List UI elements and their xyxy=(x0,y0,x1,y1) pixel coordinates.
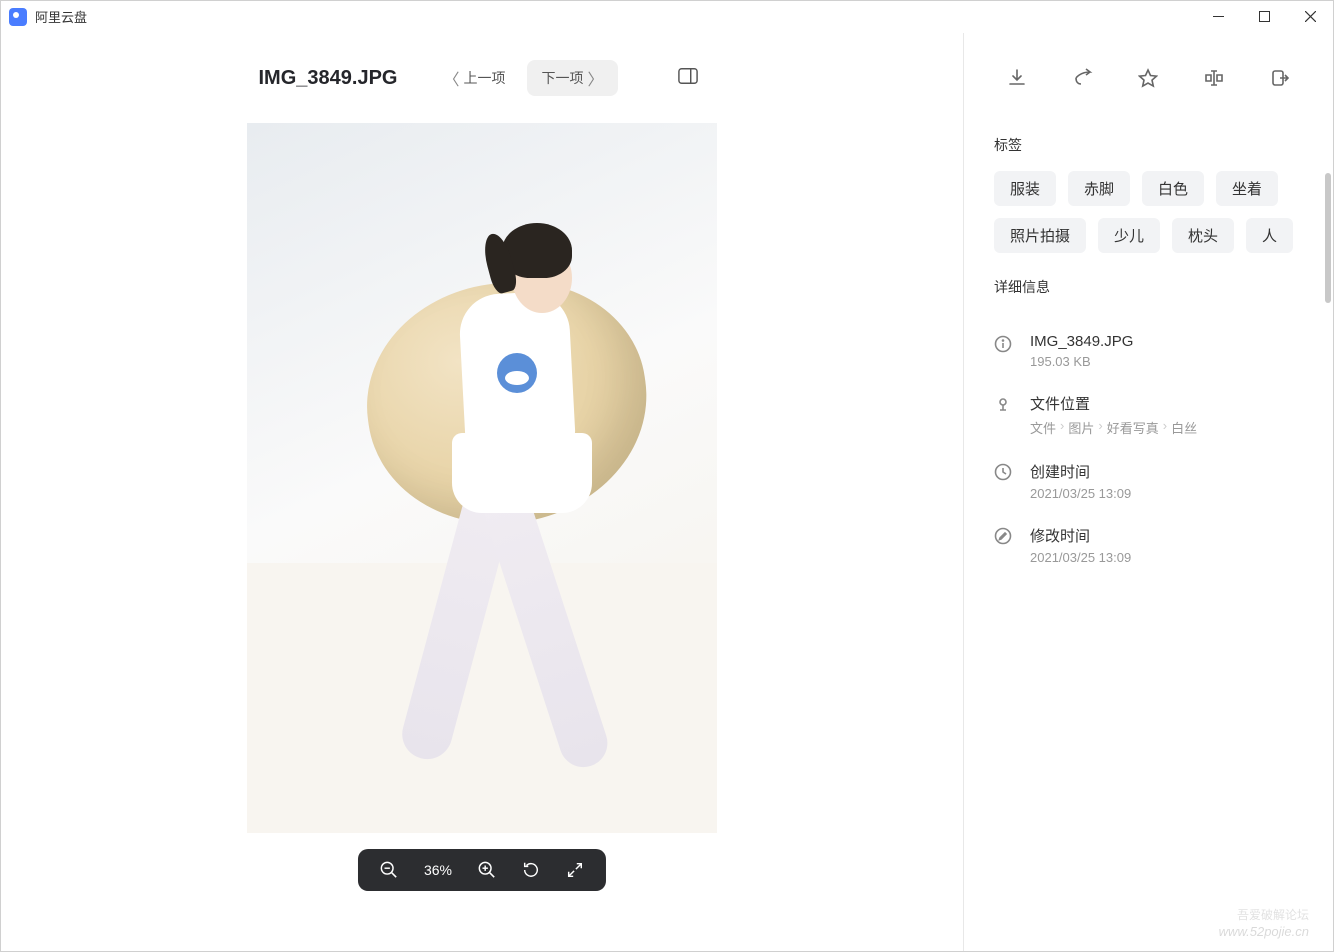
page-title: IMG_3849.JPG xyxy=(259,67,398,90)
window-controls xyxy=(1195,1,1333,33)
fullscreen-button[interactable] xyxy=(566,861,584,879)
tags-list: 服装 赤脚 白色 坐着 照片拍摄 少儿 枕头 人 xyxy=(994,171,1303,253)
image-preview[interactable] xyxy=(247,123,717,833)
rename-icon xyxy=(1204,68,1224,88)
chevron-right-icon: 〉 xyxy=(587,66,603,90)
rename-button[interactable] xyxy=(1192,56,1236,100)
close-button[interactable] xyxy=(1287,1,1333,33)
nav-controls: 〈 上一项 下一项 〉 xyxy=(429,60,617,96)
download-button[interactable] xyxy=(995,56,1039,100)
detail-created-value: 2021/03/25 13:09 xyxy=(1030,486,1303,501)
tag-item[interactable]: 人 xyxy=(1246,218,1293,253)
tag-item[interactable]: 服装 xyxy=(994,171,1056,206)
zoom-in-icon xyxy=(478,861,496,879)
edit-icon xyxy=(994,527,1014,547)
detail-filename: IMG_3849.JPG 195.03 KB xyxy=(994,333,1303,369)
clock-icon xyxy=(994,463,1014,483)
zoom-percent: 36% xyxy=(424,862,452,878)
favorite-button[interactable] xyxy=(1126,56,1170,100)
prev-button[interactable]: 〈 上一项 xyxy=(429,60,519,96)
detail-list: IMG_3849.JPG 195.03 KB 文件位置 文件› 图片› 好看写真… xyxy=(964,325,1333,573)
share-icon xyxy=(1073,68,1093,88)
app-logo-icon xyxy=(9,8,27,26)
detail-location: 文件位置 文件› 图片› 好看写真› 白丝 xyxy=(994,393,1303,437)
info-icon xyxy=(994,335,1014,355)
zoom-in-button[interactable] xyxy=(478,861,496,879)
titlebar: 阿里云盘 xyxy=(1,1,1333,33)
tag-item[interactable]: 赤脚 xyxy=(1068,171,1130,206)
action-bar xyxy=(964,33,1333,123)
viewer-header: IMG_3849.JPG 〈 上一项 下一项 〉 xyxy=(1,33,963,123)
rotate-icon xyxy=(522,861,540,879)
logout-icon xyxy=(1270,68,1290,88)
detail-modified-value: 2021/03/25 13:09 xyxy=(1030,550,1303,565)
share-button[interactable] xyxy=(1061,56,1105,100)
tags-title: 标签 xyxy=(994,135,1303,155)
detail-modified: 修改时间 2021/03/25 13:09 xyxy=(994,525,1303,565)
tags-section: 标签 服装 赤脚 白色 坐着 照片拍摄 少儿 枕头 人 xyxy=(964,123,1333,265)
watermark-url: www.52pojie.cn xyxy=(1219,924,1309,939)
breadcrumb[interactable]: 文件› 图片› 好看写真› 白丝 xyxy=(1030,418,1303,437)
viewer-body: 36% xyxy=(1,123,963,951)
content-area: IMG_3849.JPG 〈 上一项 下一项 〉 xyxy=(1,33,1333,951)
minimize-button[interactable] xyxy=(1195,1,1241,33)
app-window: 阿里云盘 IMG_3849.JPG 〈 上一项 xyxy=(0,0,1334,952)
window-title: 阿里云盘 xyxy=(35,7,87,26)
tag-item[interactable]: 坐着 xyxy=(1216,171,1278,206)
zoom-out-icon xyxy=(380,861,398,879)
detail-filesize-value: 195.03 KB xyxy=(1030,354,1303,369)
detail-created: 创建时间 2021/03/25 13:09 xyxy=(994,461,1303,501)
details-title: 详细信息 xyxy=(994,277,1303,297)
detail-created-label: 创建时间 xyxy=(1030,461,1303,482)
more-button[interactable] xyxy=(1258,56,1302,100)
zoom-out-button[interactable] xyxy=(380,861,398,879)
location-icon xyxy=(994,395,1014,415)
star-icon xyxy=(1138,68,1158,88)
detail-filename-value: IMG_3849.JPG xyxy=(1030,333,1303,350)
scrollbar-thumb[interactable] xyxy=(1325,173,1331,303)
zoom-toolbar: 36% xyxy=(358,849,606,891)
details-section: 详细信息 xyxy=(964,265,1333,325)
next-button[interactable]: 下一项 〉 xyxy=(527,60,617,96)
detail-modified-label: 修改时间 xyxy=(1030,525,1303,546)
detail-location-label: 文件位置 xyxy=(1030,393,1303,414)
panel-icon xyxy=(678,67,698,85)
maximize-button[interactable] xyxy=(1241,1,1287,33)
rotate-button[interactable] xyxy=(522,861,540,879)
tag-item[interactable]: 少儿 xyxy=(1098,218,1160,253)
tag-item[interactable]: 白色 xyxy=(1142,171,1204,206)
download-icon xyxy=(1007,68,1027,88)
expand-icon xyxy=(566,861,584,879)
chevron-left-icon: 〈 xyxy=(443,66,459,90)
details-sidebar: 标签 服装 赤脚 白色 坐着 照片拍摄 少儿 枕头 人 详细信息 xyxy=(963,33,1333,951)
image-viewer: IMG_3849.JPG 〈 上一项 下一项 〉 xyxy=(1,33,963,951)
tag-item[interactable]: 照片拍摄 xyxy=(994,218,1086,253)
watermark-text: 吾爱破解论坛 xyxy=(1237,906,1309,923)
sidebar-toggle-button[interactable] xyxy=(670,59,706,98)
tag-item[interactable]: 枕头 xyxy=(1172,218,1234,253)
